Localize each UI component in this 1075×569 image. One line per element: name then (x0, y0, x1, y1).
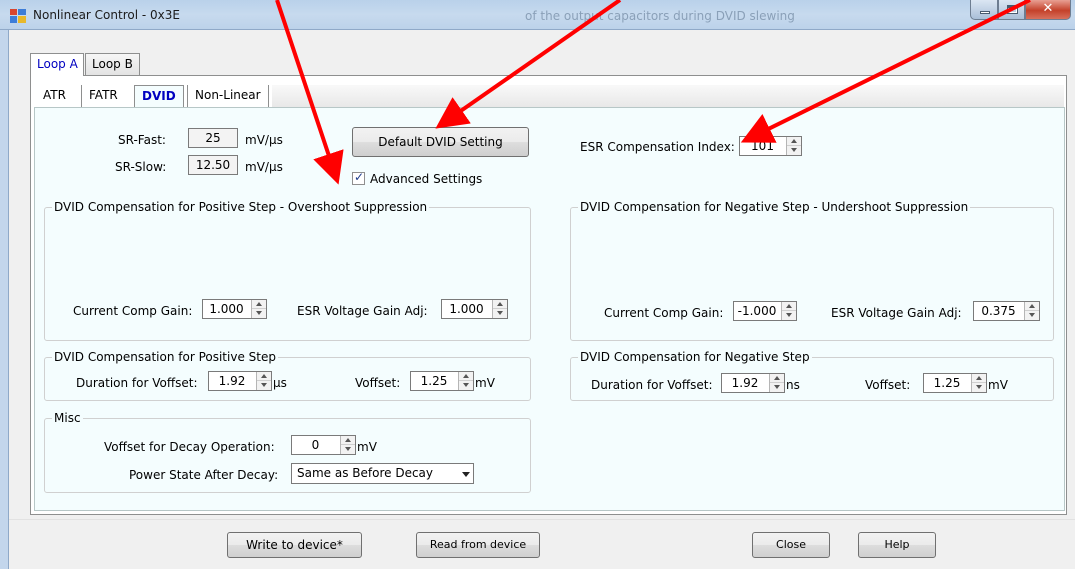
neg-voffset-unit: mV (988, 378, 1008, 392)
tab-atr[interactable]: ATR (36, 85, 73, 107)
pos-duration-value[interactable]: 1.92 (209, 372, 255, 390)
positive-overshoot-group: DVID Compensation for Positive Step - Ov… (44, 200, 531, 341)
neg-voffset-label: Voffset: (865, 378, 911, 392)
inner-tab-strip (272, 85, 1064, 107)
pos-duration-unit: µs (273, 376, 287, 390)
negative-undershoot-title: DVID Compensation for Negative Step - Un… (578, 200, 971, 214)
tab-fatr[interactable]: FATR (81, 85, 125, 107)
neg-esr-gain-label: ESR Voltage Gain Adj: (831, 306, 962, 320)
sr-slow-value: 12.50 (188, 155, 238, 175)
spin-up-icon[interactable] (252, 300, 266, 309)
spin-down-icon[interactable] (787, 146, 801, 155)
pos-duration-label: Duration for Voffset: (76, 376, 198, 390)
maximize-icon (1007, 5, 1018, 14)
spin-down-icon[interactable] (972, 383, 986, 392)
neg-duration-label: Duration for Voffset: (591, 378, 713, 392)
sr-slow-label: SR-Slow: (115, 160, 167, 174)
esr-index-spinner[interactable]: 101 (739, 136, 802, 156)
neg-voffset-spinner[interactable]: 1.25 (923, 373, 987, 393)
maximize-button[interactable] (998, 0, 1025, 20)
neg-duration-value[interactable]: 1.92 (722, 374, 768, 392)
help-button[interactable]: Help (858, 532, 936, 558)
close-window-button[interactable]: ✕ (1025, 0, 1071, 20)
spin-down-icon[interactable] (257, 381, 271, 390)
spin-down-icon[interactable] (1025, 311, 1039, 320)
pos-duration-spinner[interactable]: 1.92 (208, 371, 272, 391)
close-icon: ✕ (1042, 1, 1054, 16)
spin-down-icon[interactable] (493, 309, 507, 318)
pos-voffset-unit: mV (475, 376, 495, 390)
chevron-down-icon (462, 472, 470, 477)
advanced-settings-label: Advanced Settings (370, 172, 483, 186)
sr-fast-label: SR-Fast: (118, 133, 166, 147)
misc-title: Misc (52, 411, 83, 425)
advanced-settings-checkbox[interactable] (352, 170, 365, 185)
neg-current-gain-label: Current Comp Gain: (604, 306, 724, 320)
close-button[interactable]: Close (752, 532, 830, 558)
pos-voffset-spinner[interactable]: 1.25 (410, 371, 474, 391)
background-window-text: of the output capacitors during DVID sle… (525, 9, 795, 23)
window-left-frame (0, 30, 9, 569)
spin-up-icon[interactable] (493, 300, 507, 309)
read-from-device-button[interactable]: Read from device (416, 532, 540, 558)
spin-up-icon[interactable] (972, 374, 986, 383)
positive-overshoot-title: DVID Compensation for Positive Step - Ov… (52, 200, 430, 214)
window-title: Nonlinear Control - 0x3E (33, 8, 180, 22)
power-state-value: Same as Before Decay (297, 466, 434, 480)
tab-dvid[interactable]: DVID (134, 85, 184, 107)
spin-up-icon[interactable] (1025, 302, 1039, 311)
pos-voffset-label: Voffset: (355, 376, 401, 390)
power-state-label: Power State After Decay: (129, 468, 279, 482)
spin-down-icon[interactable] (782, 311, 796, 320)
spin-down-icon[interactable] (252, 309, 266, 318)
write-to-device-button[interactable]: Write to device* (227, 532, 362, 558)
pos-esr-gain-label: ESR Voltage Gain Adj: (297, 304, 428, 318)
spin-up-icon[interactable] (787, 137, 801, 146)
neg-current-gain-value[interactable]: -1.000 (734, 302, 780, 320)
pos-esr-gain-spinner[interactable]: 1.000 (441, 299, 508, 319)
negative-step-title: DVID Compensation for Negative Step (578, 350, 812, 364)
neg-current-gain-spinner[interactable]: -1.000 (733, 301, 797, 321)
neg-duration-unit: ns (786, 378, 800, 392)
app-icon (10, 9, 26, 23)
sr-slow-unit: mV/µs (245, 160, 283, 174)
spin-up-icon[interactable] (459, 372, 473, 381)
neg-duration-spinner[interactable]: 1.92 (721, 373, 785, 393)
tab-loop-a[interactable]: Loop A (30, 53, 84, 76)
decay-voffset-spinner[interactable]: 0 (291, 435, 356, 455)
minimize-icon (980, 11, 990, 14)
spin-up-icon[interactable] (341, 436, 355, 445)
positive-step-title: DVID Compensation for Positive Step (52, 350, 278, 364)
spin-up-icon[interactable] (782, 302, 796, 311)
pos-current-gain-spinner[interactable]: 1.000 (202, 299, 267, 319)
window-titlebar[interactable]: Nonlinear Control - 0x3E of the output c… (0, 0, 1075, 30)
minimize-button[interactable] (970, 0, 998, 20)
tab-loop-b[interactable]: Loop B (85, 53, 140, 75)
decay-voffset-label: Voffset for Decay Operation: (104, 440, 275, 454)
spin-down-icon[interactable] (459, 381, 473, 390)
decay-voffset-value[interactable]: 0 (292, 436, 339, 454)
spin-up-icon[interactable] (770, 374, 784, 383)
default-dvid-setting-button[interactable]: Default DVID Setting (352, 127, 529, 157)
decay-voffset-unit: mV (357, 440, 377, 454)
sr-fast-unit: mV/µs (245, 133, 283, 147)
pos-current-gain-label: Current Comp Gain: (73, 304, 193, 318)
spin-down-icon[interactable] (770, 383, 784, 392)
pos-current-gain-value[interactable]: 1.000 (203, 300, 250, 318)
neg-esr-gain-spinner[interactable]: 0.375 (973, 301, 1040, 321)
sr-fast-value: 25 (188, 128, 238, 148)
esr-index-value[interactable]: 101 (740, 137, 785, 155)
pos-esr-gain-value[interactable]: 1.000 (442, 300, 491, 318)
tab-non-linear[interactable]: Non-Linear (187, 85, 269, 107)
neg-voffset-value[interactable]: 1.25 (924, 374, 970, 392)
spin-up-icon[interactable] (257, 372, 271, 381)
pos-voffset-value[interactable]: 1.25 (411, 372, 457, 390)
esr-index-label: ESR Compensation Index: (580, 140, 735, 154)
neg-esr-gain-value[interactable]: 0.375 (974, 302, 1023, 320)
spin-down-icon[interactable] (341, 445, 355, 454)
power-state-dropdown[interactable]: Same as Before Decay (291, 463, 474, 484)
